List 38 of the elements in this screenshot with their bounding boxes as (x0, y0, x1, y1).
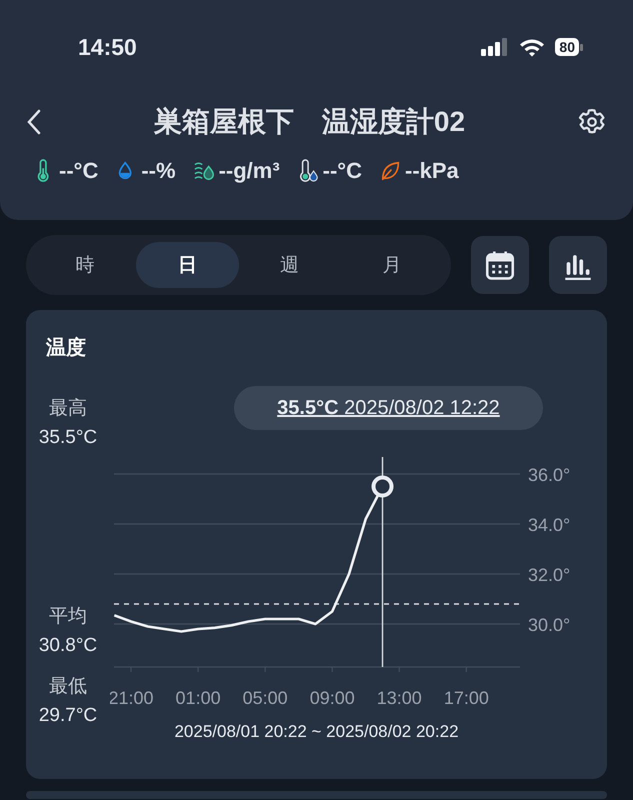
x-tick-label: 01:00 (176, 688, 221, 708)
back-button[interactable] (26, 108, 42, 136)
stat-label: 平均 (49, 605, 87, 629)
date-range: 2025/08/01 20:22 ~ 2025/08/02 20:22 (173, 722, 460, 742)
period-tab[interactable]: 月 (340, 242, 443, 288)
y-tick-label: 32.0° (528, 565, 570, 585)
reading-value: --% (141, 158, 176, 184)
reading-value: --kPa (405, 158, 459, 184)
x-tick-label: 13:00 (376, 688, 422, 708)
stat-value: 29.7°C (38, 704, 98, 728)
stat-value: 30.8°C (38, 634, 98, 658)
chevron-left-icon (26, 108, 42, 136)
stat-label: 最高 (49, 397, 87, 421)
stat-label: 最低 (49, 675, 87, 699)
device-title: 巣箱屋根下 温湿度計02 (152, 105, 466, 139)
period-tab[interactable]: 時 (34, 242, 136, 288)
reading-value: --°C (322, 158, 362, 184)
x-tick-label: 17:00 (444, 688, 489, 708)
x-tick-label: 09:00 (310, 688, 355, 708)
calendar-button[interactable] (471, 236, 529, 294)
status-time: 14:50 (78, 34, 138, 60)
period-tab[interactable]: 週 (238, 242, 341, 288)
bar-chart-button[interactable] (549, 236, 607, 294)
reading-value: --g/m³ (218, 158, 280, 184)
card-title: 温度 (44, 336, 87, 361)
stat-value: 35.5°C (38, 426, 98, 450)
wifi-icon (519, 38, 546, 56)
thermometer-drop-icon (298, 159, 320, 183)
leaf-icon (380, 159, 402, 183)
x-tick-label: 05:00 (242, 688, 288, 708)
y-tick-label: 36.0° (528, 465, 570, 485)
data-point-marker[interactable] (372, 476, 394, 498)
y-tick-label: 34.0° (528, 515, 570, 535)
signal-icon (481, 38, 510, 56)
chart-tooltip: 35.5°C 2025/08/02 12:22 (234, 386, 543, 430)
y-tick-label: 30.0° (528, 615, 570, 635)
period-tab[interactable]: 日 (136, 242, 238, 288)
reading-value: --°C (59, 158, 98, 184)
